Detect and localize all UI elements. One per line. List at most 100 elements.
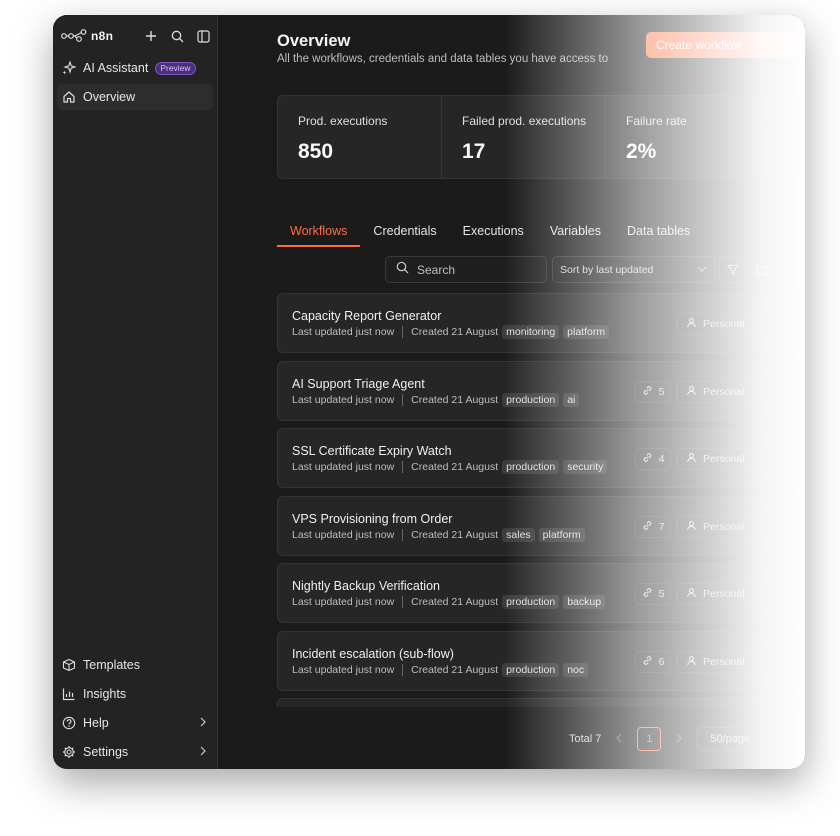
workflow-name[interactable]: AI Support Triage Agent [292, 377, 425, 391]
owner-badge[interactable]: Personal [677, 313, 755, 335]
main-content: Overview All the workflows, credentials … [219, 15, 805, 769]
workflow-meta: Last updated just now Created 21 August … [292, 325, 610, 339]
app-name: n8n [91, 29, 114, 43]
preview-badge: Preview [155, 61, 196, 75]
workflow-tag[interactable]: platform [563, 325, 610, 339]
page-title: Overview [277, 32, 351, 50]
sidebar-item-label: Overview [83, 90, 136, 104]
owner-badge[interactable]: Personal [677, 515, 755, 538]
workflow-tag[interactable]: production [502, 662, 560, 677]
workflow-card[interactable]: Capacity Report Generator Last updated j… [277, 293, 797, 353]
workflow-card[interactable] [277, 698, 797, 707]
pagination: Total 7 1 50/page [569, 727, 778, 751]
user-icon [686, 385, 697, 399]
page-number-current[interactable]: 1 [637, 727, 662, 751]
stat-failed-executions[interactable]: Failed prod. executions 17 [442, 96, 606, 178]
credential-link-badge[interactable]: 5 [635, 583, 671, 605]
chevron-right-icon [199, 716, 207, 730]
tab-executions[interactable]: Executions [450, 223, 537, 247]
owner-badge[interactable]: Personal [677, 380, 755, 403]
workflow-name[interactable]: Nightly Backup Verification [292, 579, 440, 593]
workflow-card[interactable]: Nightly Backup Verification Last updated… [277, 563, 797, 623]
sidebar-item-label: AI Assistant [83, 61, 149, 75]
user-icon [686, 520, 697, 534]
stat-label: Prod. executions [298, 114, 388, 128]
workflow-meta: Last updated just now Created 21 August … [292, 392, 580, 407]
add-folder-button[interactable] [749, 256, 776, 283]
workflow-tag[interactable]: ai [563, 392, 580, 407]
tab-variables[interactable]: Variables [537, 223, 614, 247]
sidebar-item-help[interactable]: Help [57, 710, 213, 736]
link-icon [642, 385, 653, 399]
workflow-meta: Last updated just now Created 21 August … [292, 460, 608, 474]
search-input[interactable] [417, 262, 537, 277]
add-icon[interactable] [143, 28, 159, 44]
sidebar-toggle-icon[interactable] [195, 28, 211, 44]
stat-value: 2% [626, 140, 657, 163]
status-badge[interactable] [760, 583, 796, 605]
workflow-name[interactable]: VPS Provisioning from Order [292, 512, 452, 526]
owner-label: Personal [703, 588, 745, 600]
status-badge[interactable] [760, 448, 796, 470]
owner-badge[interactable]: Personal [677, 448, 755, 470]
chevron-left-icon[interactable] [615, 733, 623, 746]
chevron-right-icon [199, 745, 207, 759]
workflow-meta: Last updated just now Created 21 August … [292, 527, 585, 542]
stat-prod-executions[interactable]: Prod. executions 850 [278, 96, 442, 178]
logo[interactable]: n8n [61, 29, 113, 43]
workflow-tag[interactable]: production [502, 595, 560, 609]
workflow-tag[interactable]: production [502, 460, 560, 474]
stats-panel: Prod. executions 850 Failed prod. execut… [277, 95, 797, 179]
workflow-tag[interactable]: platform [538, 527, 585, 542]
sidebar-nav-top: AI Assistant Preview Overview [57, 55, 213, 113]
page-size-select[interactable]: 50/page [697, 727, 778, 751]
link-icon [642, 655, 653, 669]
sidebar-item-templates[interactable]: Templates [57, 652, 213, 678]
status-badge[interactable] [760, 650, 796, 673]
workflow-created: Created 21 August [411, 663, 499, 676]
status-badge[interactable] [760, 380, 796, 403]
tab-credentials[interactable]: Credentials [360, 223, 449, 247]
search-icon[interactable] [169, 28, 185, 44]
tab-workflows[interactable]: Workflows [277, 223, 361, 247]
workflow-card[interactable]: SSL Certificate Expiry Watch Last update… [277, 428, 797, 488]
credential-link-badge[interactable]: 6 [635, 650, 671, 673]
workflow-tag[interactable]: backup [563, 595, 606, 609]
owner-badge[interactable]: Personal [677, 650, 755, 673]
filter-button[interactable] [719, 256, 746, 283]
tab-data-tables[interactable]: Data tables [614, 223, 703, 247]
meta-divider [402, 528, 404, 541]
workflow-name[interactable]: Incident escalation (sub-flow) [292, 647, 454, 661]
stat-failure-rate[interactable]: Failure rate 2% [606, 96, 770, 178]
chevron-right-icon[interactable] [675, 733, 683, 746]
workflow-card[interactable]: Incident escalation (sub-flow) Last upda… [277, 630, 797, 691]
n8n-logo-icon [61, 29, 87, 42]
workflow-name[interactable]: Capacity Report Generator [292, 309, 441, 323]
credential-link-badge[interactable]: 7 [635, 515, 671, 538]
status-badge[interactable] [760, 515, 796, 538]
create-workflow-button[interactable]: Create workflow [646, 32, 796, 58]
link-icon [642, 452, 653, 466]
sidebar-item-insights[interactable]: Insights [57, 681, 213, 707]
workflow-tag[interactable]: security [563, 460, 608, 474]
workflow-tag[interactable]: sales [502, 527, 535, 542]
workflow-tag[interactable]: noc [563, 662, 589, 677]
workflow-tag[interactable]: monitoring [502, 325, 560, 339]
sort-select[interactable]: Sort by last updated [552, 256, 716, 283]
status-badge[interactable] [760, 313, 796, 335]
owner-label: Personal [703, 520, 745, 533]
workflow-card[interactable]: AI Support Triage Agent Last updated jus… [277, 360, 797, 421]
sidebar-item-ai-assistant[interactable]: AI Assistant Preview [57, 55, 213, 81]
sidebar-item-overview[interactable]: Overview [57, 84, 213, 110]
sparkles-icon [62, 61, 76, 75]
workflow-card[interactable]: VPS Provisioning from Order Last updated… [277, 495, 797, 556]
credential-link-badge[interactable]: 4 [635, 448, 671, 470]
credential-link-badge[interactable]: 5 [635, 380, 671, 403]
app-window: n8n AI Assistant Preview Overview Templa… [53, 15, 805, 769]
workflow-tag[interactable]: production [502, 392, 560, 407]
search-icon [396, 261, 409, 279]
workflow-name[interactable]: SSL Certificate Expiry Watch [292, 444, 452, 458]
tabs: Workflows Credentials Executions Variabl… [277, 223, 703, 247]
sidebar-item-settings[interactable]: Settings [57, 739, 213, 765]
owner-badge[interactable]: Personal [677, 583, 755, 605]
